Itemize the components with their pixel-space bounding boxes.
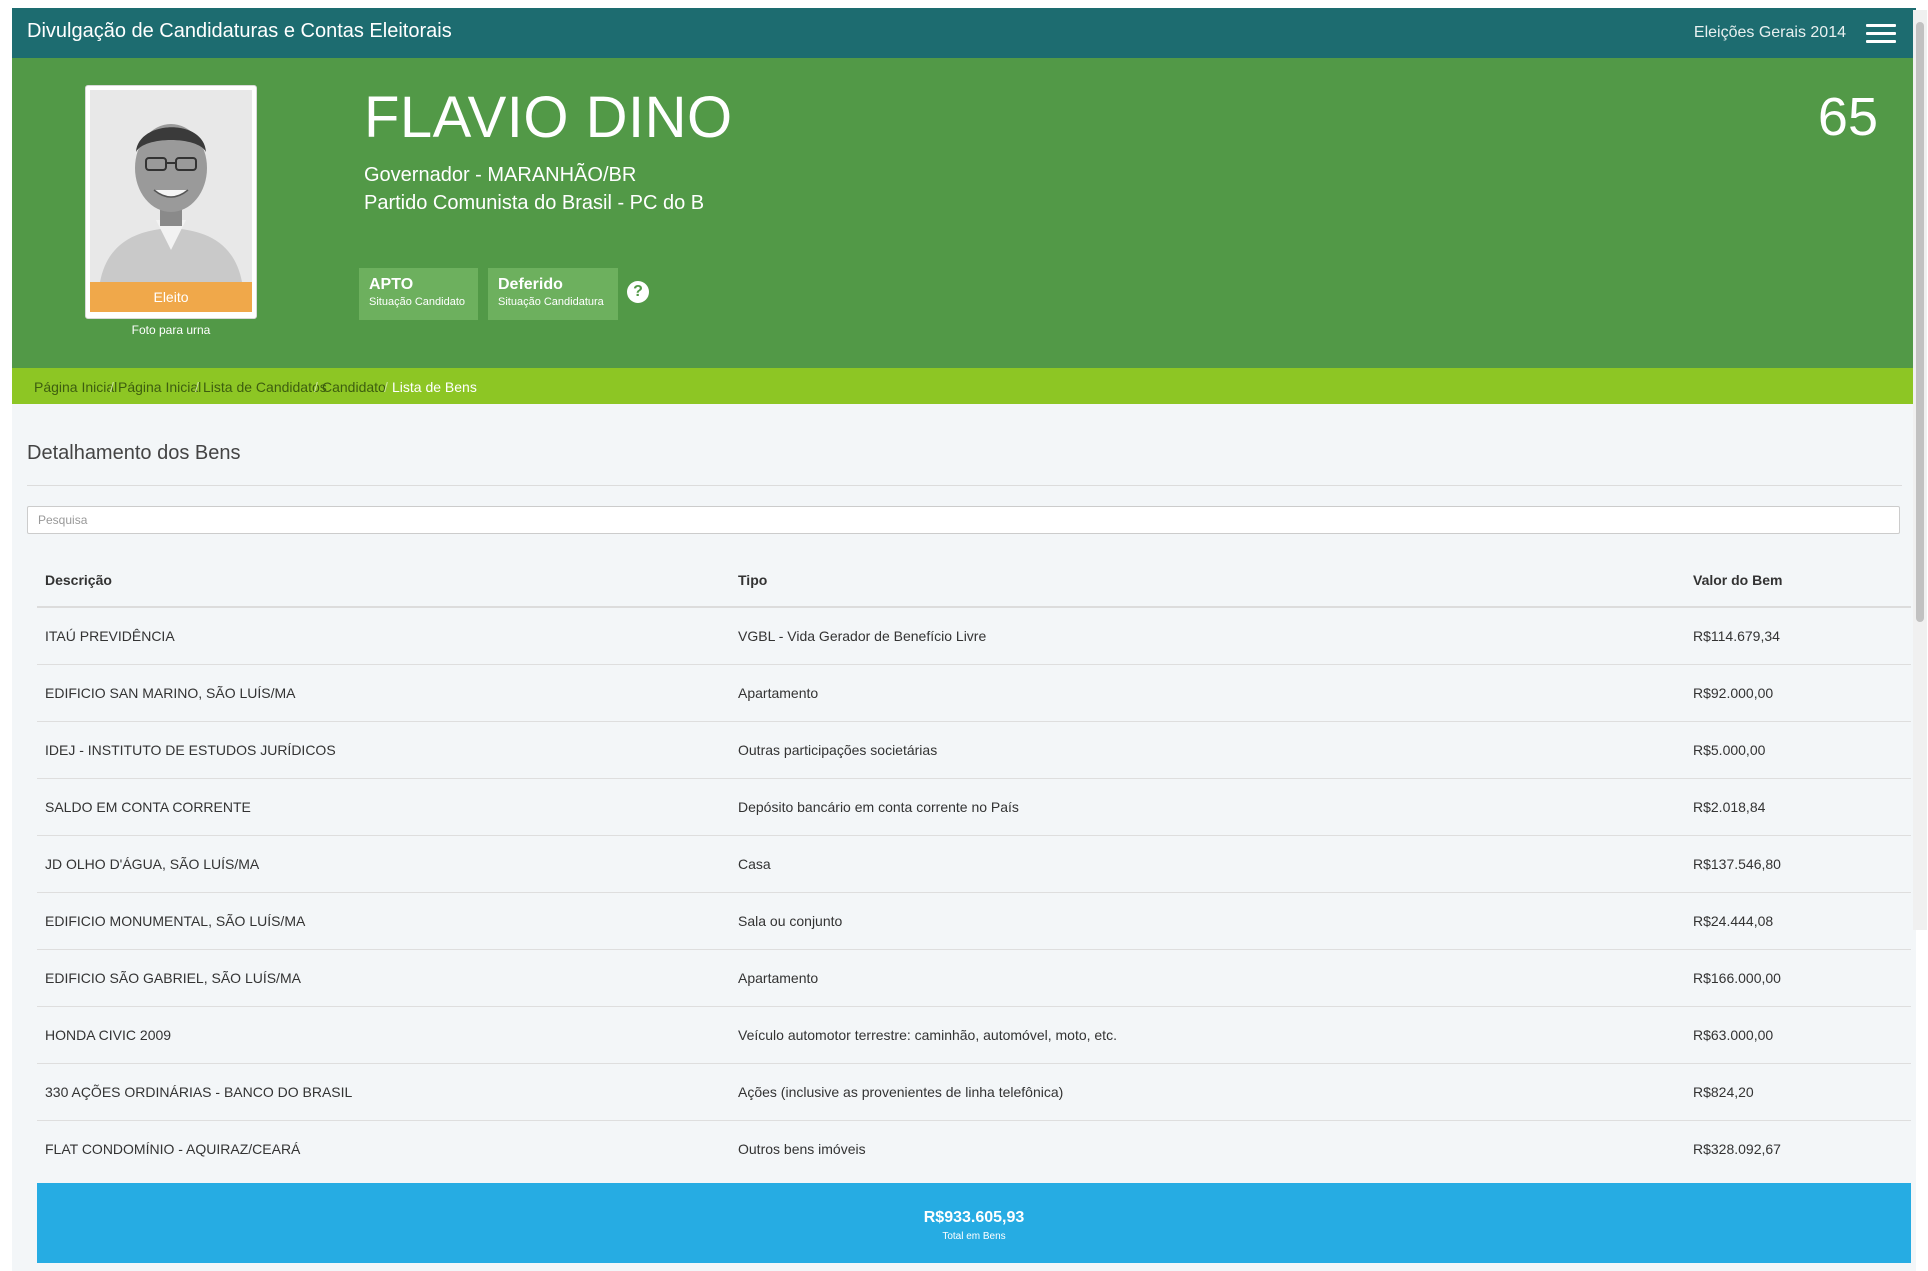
table-row: 330 AÇÕES ORDINÁRIAS - BANCO DO BRASIL A… — [37, 1064, 1911, 1121]
site-title[interactable]: Divulgação de Candidaturas e Contas Elei… — [27, 20, 452, 43]
candidate-number: 65 — [1817, 87, 1878, 147]
cell-value: R$166.000,00 — [1693, 970, 1781, 986]
candidate-header: Eleito Foto para urna FLAVIO DINO Govern… — [12, 58, 1916, 368]
table-row: FLAT CONDOMÍNIO - AQUIRAZ/CEARÁ Outros b… — [37, 1121, 1911, 1177]
cell-value: R$5.000,00 — [1693, 742, 1766, 758]
column-header-description[interactable]: Descrição — [45, 572, 112, 588]
candidate-photo — [90, 90, 252, 282]
breadcrumb-separator: / — [314, 379, 318, 395]
table-row: IDEJ - INSTITUTO DE ESTUDOS JURÍDICOS Ou… — [37, 722, 1911, 779]
status-candidate-badge: APTO Situação Candidato — [359, 268, 478, 320]
cell-description: 330 AÇÕES ORDINÁRIAS - BANCO DO BRASIL — [45, 1084, 353, 1100]
photo-caption: Foto para urna — [131, 323, 211, 337]
cell-value: R$63.000,00 — [1693, 1027, 1774, 1043]
total-assets-label: Total em Bens — [942, 1231, 1006, 1242]
election-label[interactable]: Eleições Gerais 2014 — [1694, 24, 1846, 42]
cell-type: Casa — [738, 856, 771, 872]
cell-description: EDIFICIO SAN MARINO, SÃO LUÍS/MA — [45, 685, 296, 701]
candidate-name: FLAVIO DINO — [364, 85, 733, 150]
cell-value: R$824,20 — [1693, 1084, 1754, 1100]
cell-description: EDIFICIO MONUMENTAL, SÃO LUÍS/MA — [45, 913, 306, 929]
status-candidacy-badge: Deferido Situação Candidatura — [488, 268, 618, 320]
table-row: SALDO EM CONTA CORRENTE Depósito bancári… — [37, 779, 1911, 836]
cell-description: SALDO EM CONTA CORRENTE — [45, 799, 251, 815]
status-candidacy-label: Situação Candidatura — [498, 296, 604, 308]
cell-value: R$24.444,08 — [1693, 913, 1774, 929]
cell-type: Ações (inclusive as provenientes de linh… — [738, 1084, 1064, 1100]
portrait-icon — [90, 90, 252, 282]
cell-value: R$92.000,00 — [1693, 685, 1774, 701]
cell-description: ITAÚ PREVIDÊNCIA — [45, 628, 175, 644]
status-candidate-label: Situação Candidato — [369, 296, 466, 308]
total-assets-value: R$933.605,93 — [923, 1209, 1025, 1226]
breadcrumb-separator: / — [195, 379, 199, 395]
breadcrumb-candidate[interactable]: Candidato — [322, 379, 386, 395]
top-bar: Divulgação de Candidaturas e Contas Elei… — [12, 8, 1916, 58]
scrollbar-thumb[interactable] — [1916, 22, 1924, 622]
column-header-value[interactable]: Valor do Bem — [1693, 572, 1782, 588]
cell-type: Veículo automotor terrestre: caminhão, a… — [738, 1027, 1117, 1043]
scrollbar[interactable] — [1913, 10, 1927, 930]
candidate-photo-card: Eleito — [85, 85, 257, 319]
column-header-type[interactable]: Tipo — [738, 572, 767, 588]
cell-type: Apartamento — [738, 685, 819, 701]
table-row: EDIFICIO SAN MARINO, SÃO LUÍS/MA Apartam… — [37, 665, 1911, 722]
divider — [27, 485, 1902, 486]
cell-description: IDEJ - INSTITUTO DE ESTUDOS JURÍDICOS — [45, 742, 336, 758]
elected-badge: Eleito — [90, 282, 252, 312]
cell-value: R$137.546,80 — [1693, 856, 1781, 872]
hamburger-icon[interactable] — [1866, 24, 1896, 44]
cell-type: Outras participações societárias — [738, 742, 938, 758]
assets-table: Descrição Tipo Valor do Bem ITAÚ PREVIDÊ… — [37, 548, 1911, 1177]
cell-value: R$114.679,34 — [1693, 628, 1780, 644]
cell-type: Depósito bancário em conta corrente no P… — [738, 799, 1019, 815]
breadcrumb: Página Inicial / Página Inicial / Lista … — [12, 368, 1916, 404]
table-row: ITAÚ PREVIDÊNCIA VGBL - Vida Gerador de … — [37, 608, 1911, 665]
table-row: EDIFICIO MONUMENTAL, SÃO LUÍS/MA Sala ou… — [37, 893, 1911, 950]
cell-value: R$328.092,67 — [1693, 1141, 1781, 1157]
status-candidacy-value: Deferido — [498, 276, 563, 293]
cell-type: Sala ou conjunto — [738, 913, 843, 929]
section-title: Detalhamento dos Bens — [27, 442, 241, 464]
cell-type: Outros bens imóveis — [738, 1141, 866, 1157]
total-assets-banner: R$933.605,93 Total em Bens — [37, 1183, 1911, 1263]
breadcrumb-candidate-list[interactable]: Lista de Candidatos — [203, 379, 327, 395]
candidate-office: Governador - MARANHÃO/BR — [364, 164, 637, 186]
status-candidate-value: APTO — [369, 276, 414, 293]
breadcrumb-separator: / — [384, 379, 388, 395]
breadcrumb-home-2[interactable]: Página Inicial — [118, 379, 201, 395]
breadcrumb-current: Lista de Bens — [392, 379, 477, 395]
cell-type: Apartamento — [738, 970, 819, 986]
cell-description: EDIFICIO SÃO GABRIEL, SÃO LUÍS/MA — [45, 970, 301, 986]
table-row: EDIFICIO SÃO GABRIEL, SÃO LUÍS/MA Aparta… — [37, 950, 1911, 1007]
page: Divulgação de Candidaturas e Contas Elei… — [12, 8, 1916, 1271]
breadcrumb-home-1[interactable]: Página Inicial — [34, 379, 117, 395]
table-row: HONDA CIVIC 2009 Veículo automotor terre… — [37, 1007, 1911, 1064]
question-circle-icon[interactable]: ? — [627, 281, 649, 303]
cell-description: HONDA CIVIC 2009 — [45, 1027, 172, 1043]
cell-value: R$2.018,84 — [1693, 799, 1766, 815]
table-header: Descrição Tipo Valor do Bem — [37, 548, 1911, 608]
cell-description: FLAT CONDOMÍNIO - AQUIRAZ/CEARÁ — [45, 1141, 301, 1157]
breadcrumb-separator: / — [110, 379, 114, 395]
table-row: JD OLHO D'ÁGUA, SÃO LUÍS/MA Casa R$137.5… — [37, 836, 1911, 893]
cell-description: JD OLHO D'ÁGUA, SÃO LUÍS/MA — [45, 856, 260, 872]
cell-type: VGBL - Vida Gerador de Benefício Livre — [738, 628, 987, 644]
search-input[interactable] — [27, 506, 1900, 534]
candidate-party: Partido Comunista do Brasil - PC do B — [364, 192, 705, 214]
